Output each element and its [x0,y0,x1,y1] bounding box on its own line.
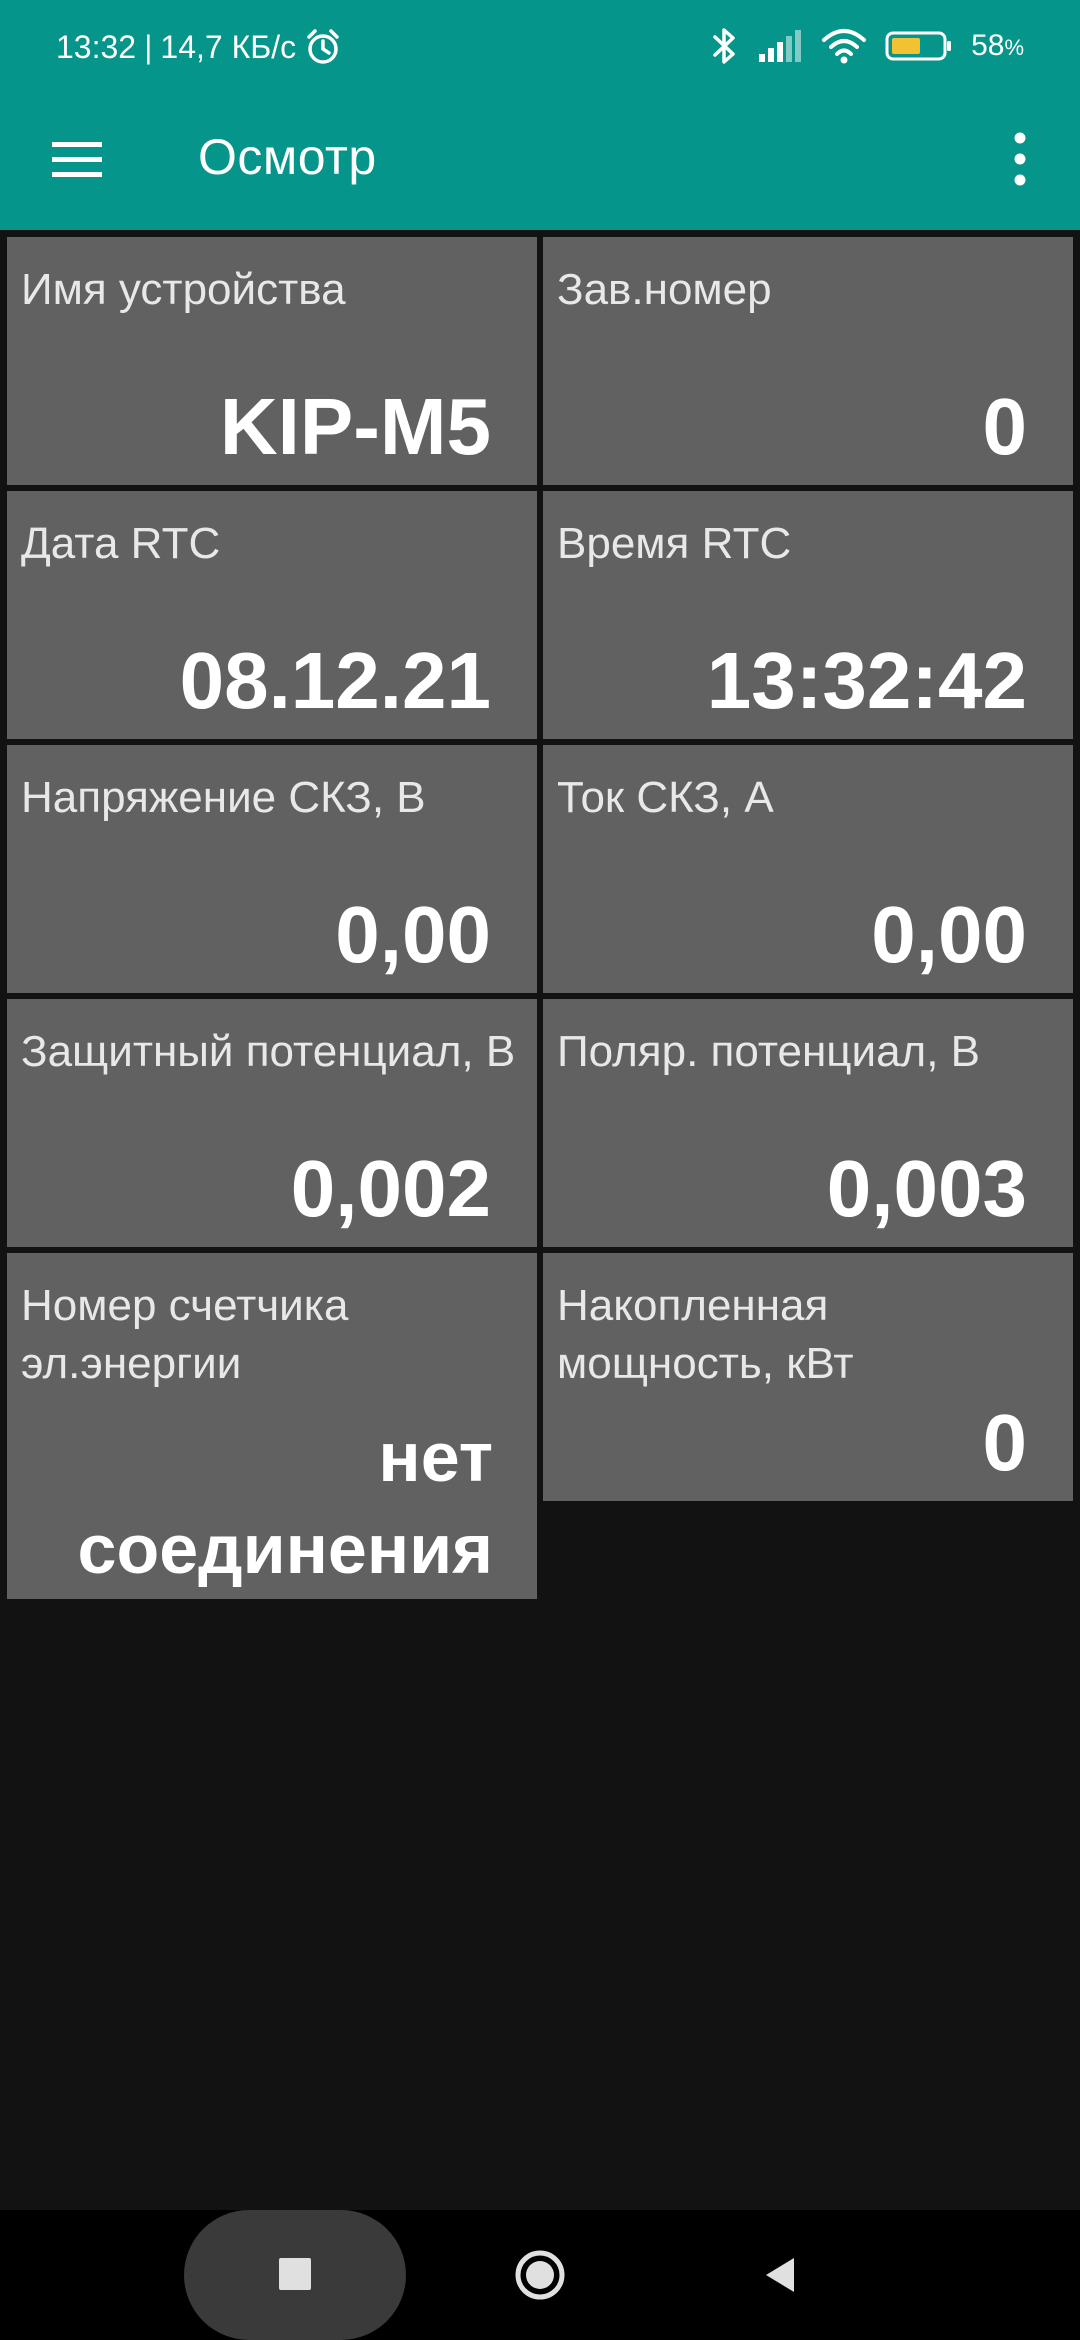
status-network-speed: 14,7 КБ/с [160,28,297,65]
tile-value: 0 [982,382,1028,471]
status-bar: 13:32 | 14,7 КБ/с 58% [0,0,1080,94]
tile-label: Напряжение СКЗ, В [21,773,426,822]
tile-skz-current: Ток СКЗ, А 0,00 [543,745,1073,993]
tile-value: 13:32:42 [706,636,1027,725]
home-circle-icon [515,2250,565,2300]
tile-device-name: Имя устройства KIP-M5 [7,237,537,485]
tile-label: Накопленная мощность, кВт [557,1281,854,1388]
tile-value: 0,002 [290,1144,491,1233]
bluetooth-icon [711,26,739,66]
tile-value: нет соединения [77,1418,493,1588]
tile-label: Дата RTC [21,519,221,568]
tile-rtc-date: Дата RTC 08.12.21 [7,491,537,739]
alarm-icon [304,28,342,66]
status-time: 13:32 [56,28,137,65]
home-button[interactable] [500,2240,580,2310]
tile-energy-meter-number: Номер счетчика эл.энергии нет соединения [7,1253,537,1599]
tile-label: Время RTC [557,519,792,568]
tile-value: 0,003 [826,1144,1027,1233]
tile-serial-number: Зав.номер 0 [543,237,1073,485]
tile-label: Зав.номер [557,265,772,314]
recents-square-icon [279,2258,311,2290]
tile-label: Ток СКЗ, А [557,773,774,822]
tile-label: Защитный потенциал, В [21,1027,516,1076]
battery-percent: 58% [971,29,1024,62]
status-right: 58% [711,26,1024,66]
tile-rtc-time: Время RTC 13:32:42 [543,491,1073,739]
hamburger-menu-icon[interactable] [48,130,108,190]
tile-label: Имя устройства [21,265,346,314]
app-bar: Осмотр [0,94,1080,230]
system-nav-bar [0,2210,1080,2340]
back-triangle-icon [766,2258,794,2292]
wifi-icon [821,28,867,64]
tile-value: 0 [982,1398,1028,1487]
back-button[interactable] [742,2240,822,2310]
tile-value: 0,00 [335,890,491,979]
more-vertical-icon[interactable] [990,124,1050,194]
tile-value: 0,00 [871,890,1027,979]
status-separator: | [144,28,153,65]
tile-accumulated-power: Накопленная мощность, кВт 0 [543,1253,1073,1501]
page-title: Осмотр [198,129,377,185]
tile-polarization-potential: Поляр. потенциал, В 0,003 [543,999,1073,1247]
recents-button[interactable] [184,2210,406,2340]
tile-label: Поляр. потенциал, В [557,1027,981,1076]
tile-value: KIP-M5 [219,382,491,471]
battery-icon [885,30,953,62]
tile-label: Номер счетчика эл.энергии [21,1281,349,1388]
signal-icon [757,28,803,64]
tile-value: 08.12.21 [179,636,491,725]
status-left: 13:32 | 14,7 КБ/с [56,28,342,66]
tile-protective-potential: Защитный потенциал, В 0,002 [7,999,537,1247]
tile-skz-voltage: Напряжение СКЗ, В 0,00 [7,745,537,993]
